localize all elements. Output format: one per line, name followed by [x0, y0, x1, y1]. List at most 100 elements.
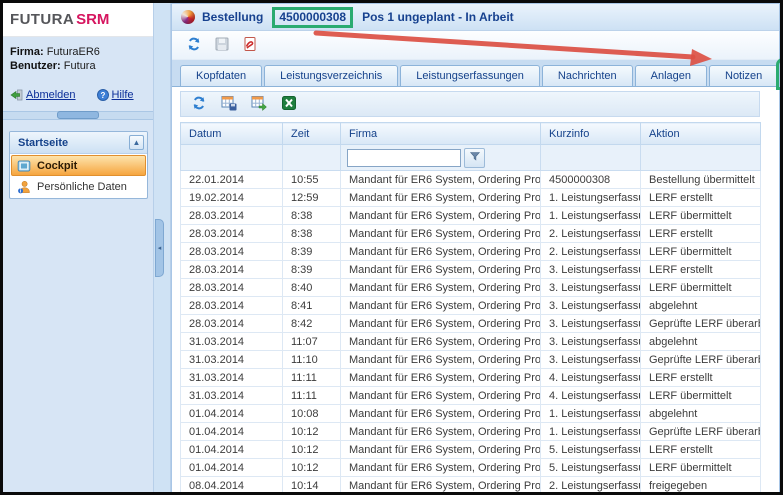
table-row[interactable]: 31.03.201411:11Mandant für ER6 System, O… [181, 387, 761, 405]
panel-collapse-button[interactable]: ▲ [129, 135, 144, 150]
main-toolbar [172, 31, 779, 60]
tab-leistungsverzeichnis[interactable]: Leistungsverzeichnis [264, 65, 398, 86]
column-header-kurzinfo[interactable]: Kurzinfo [541, 123, 641, 145]
cell-aktion: LERF erstellt [641, 369, 761, 387]
cell-kurzinfo: 4500000308 [541, 171, 641, 189]
table-save-icon [221, 95, 237, 114]
help-link[interactable]: ? Hilfe [96, 88, 134, 102]
cell-aktion: abgelehnt [641, 333, 761, 351]
cell-aktion: LERF erstellt [641, 189, 761, 207]
table-row[interactable]: 01.04.201410:12Mandant für ER6 System, O… [181, 423, 761, 441]
sidebar-item-label: Persönliche Daten [37, 181, 127, 193]
cell-zeit: 8:38 [283, 207, 341, 225]
table-refresh-button[interactable] [190, 96, 207, 113]
filter-button[interactable] [464, 148, 485, 168]
cell-zeit: 11:07 [283, 333, 341, 351]
bestellung-orb-icon [181, 10, 195, 24]
splitter-handle[interactable] [57, 111, 99, 119]
cell-datum: 28.03.2014 [181, 207, 283, 225]
cell-kurzinfo: 3. Leistungserfassung [541, 279, 641, 297]
table-row[interactable]: 28.03.20148:42Mandant für ER6 System, Or… [181, 315, 761, 333]
cell-kurzinfo: 1. Leistungserfassung [541, 423, 641, 441]
table-row[interactable]: 28.03.20148:39Mandant für ER6 System, Or… [181, 261, 761, 279]
cell-firma: Mandant für ER6 System, Ordering Prozess [341, 441, 541, 459]
cell-kurzinfo: 5. Leistungserfassung [541, 459, 641, 477]
cell-firma: Mandant für ER6 System, Ordering Prozess [341, 405, 541, 423]
table-row[interactable]: 31.03.201411:07Mandant für ER6 System, O… [181, 333, 761, 351]
cell-aktion: LERF erstellt [641, 225, 761, 243]
table-row[interactable]: 08.04.201410:14Mandant für ER6 System, O… [181, 477, 761, 495]
help-icon: ? [96, 88, 110, 102]
table-row[interactable]: 22.01.201410:55Mandant für ER6 System, O… [181, 171, 761, 189]
cell-aktion: Geprüfte LERF überarbeitet [641, 351, 761, 369]
table-save-button[interactable] [220, 96, 237, 113]
cell-datum: 28.03.2014 [181, 315, 283, 333]
tab-kopfdaten[interactable]: Kopfdaten [180, 65, 262, 86]
title-suffix: Pos 1 ungeplant - In Arbeit [362, 10, 514, 24]
table-row[interactable]: 31.03.201411:11Mandant für ER6 System, O… [181, 369, 761, 387]
firma-filter-input[interactable] [347, 149, 461, 167]
sidebar-collapse-handle[interactable]: ◂ [155, 219, 164, 277]
chevron-left-icon: ◂ [158, 244, 162, 252]
column-header-zeit[interactable]: Zeit [283, 123, 341, 145]
refresh-button[interactable] [185, 37, 202, 54]
cell-datum: 19.02.2014 [181, 189, 283, 207]
cell-datum: 31.03.2014 [181, 351, 283, 369]
column-header-datum[interactable]: Datum [181, 123, 283, 145]
logout-link[interactable]: Abmelden [10, 88, 76, 102]
refresh-icon [186, 36, 202, 55]
refresh-icon [191, 95, 207, 114]
cell-datum: 31.03.2014 [181, 333, 283, 351]
cell-firma: Mandant für ER6 System, Ordering Prozess [341, 387, 541, 405]
horizontal-splitter[interactable] [3, 111, 153, 120]
cell-firma: Mandant für ER6 System, Ordering Prozess [341, 207, 541, 225]
table-row[interactable]: 28.03.20148:41Mandant für ER6 System, Or… [181, 297, 761, 315]
cell-zeit: 10:08 [283, 405, 341, 423]
table-row[interactable]: 01.04.201410:12Mandant für ER6 System, O… [181, 441, 761, 459]
tab-bar: KopfdatenLeistungsverzeichnisLeistungser… [172, 60, 779, 87]
cell-zeit: 10:12 [283, 459, 341, 477]
cell-kurzinfo: 3. Leistungserfassung [541, 261, 641, 279]
cell-firma: Mandant für ER6 System, Ordering Prozess [341, 477, 541, 495]
table-row[interactable]: 01.04.201410:08Mandant für ER6 System, O… [181, 405, 761, 423]
table-row[interactable]: 28.03.20148:38Mandant für ER6 System, Or… [181, 225, 761, 243]
cell-zeit: 10:12 [283, 441, 341, 459]
cell-kurzinfo: 3. Leistungserfassung [541, 351, 641, 369]
table-row[interactable]: 28.03.20148:40Mandant für ER6 System, Or… [181, 279, 761, 297]
table-toolbar [180, 91, 760, 117]
tab-nachrichten[interactable]: Nachrichten [542, 65, 633, 86]
table-row[interactable]: 28.03.20148:39Mandant für ER6 System, Or… [181, 243, 761, 261]
cell-kurzinfo: 3. Leistungserfassung [541, 333, 641, 351]
table-export-button[interactable] [250, 96, 267, 113]
table-row[interactable]: 19.02.201412:59Mandant für ER6 System, O… [181, 189, 761, 207]
sidebar-item-cockpit[interactable]: Cockpit [11, 155, 146, 176]
tab-leistungserfassungen[interactable]: Leistungserfassungen [400, 65, 540, 86]
logout-label: Abmelden [26, 88, 76, 102]
panel-title: Startseite [18, 137, 68, 149]
table-row[interactable]: 01.04.201410:12Mandant für ER6 System, O… [181, 459, 761, 477]
cell-firma: Mandant für ER6 System, Ordering Prozess [341, 297, 541, 315]
tab-anlagen[interactable]: Anlagen [635, 65, 707, 86]
sidebar-item-persoenliche-daten[interactable]: i Persönliche Daten [11, 176, 146, 197]
vertical-splitter[interactable]: ◂ [153, 3, 171, 492]
panel-header: Startseite ▲ [10, 132, 147, 154]
filter-funnel-icon [469, 150, 481, 165]
cell-kurzinfo: 2. Leistungserfassung [541, 477, 641, 495]
table-row[interactable]: 28.03.20148:38Mandant für ER6 System, Or… [181, 207, 761, 225]
tab-notizen[interactable]: Notizen [709, 65, 778, 86]
cell-zeit: 10:55 [283, 171, 341, 189]
column-header-firma[interactable]: Firma [341, 123, 541, 145]
cell-aktion: LERF übermittelt [641, 243, 761, 261]
cockpit-icon [17, 159, 31, 173]
table-row[interactable]: 31.03.201411:10Mandant für ER6 System, O… [181, 351, 761, 369]
app-logo: FUTURA SRM [3, 3, 153, 37]
cell-datum: 28.03.2014 [181, 225, 283, 243]
column-header-aktion[interactable]: Aktion [641, 123, 761, 145]
pdf-export-button[interactable] [241, 37, 258, 54]
save-button[interactable] [213, 37, 230, 54]
excel-export-button[interactable] [280, 96, 297, 113]
cell-aktion: Geprüfte LERF überarbeitet [641, 423, 761, 441]
cell-firma: Mandant für ER6 System, Ordering Prozess [341, 333, 541, 351]
benutzer-row: Benutzer: Futura [10, 59, 153, 73]
logo-srm: SRM [76, 11, 109, 28]
